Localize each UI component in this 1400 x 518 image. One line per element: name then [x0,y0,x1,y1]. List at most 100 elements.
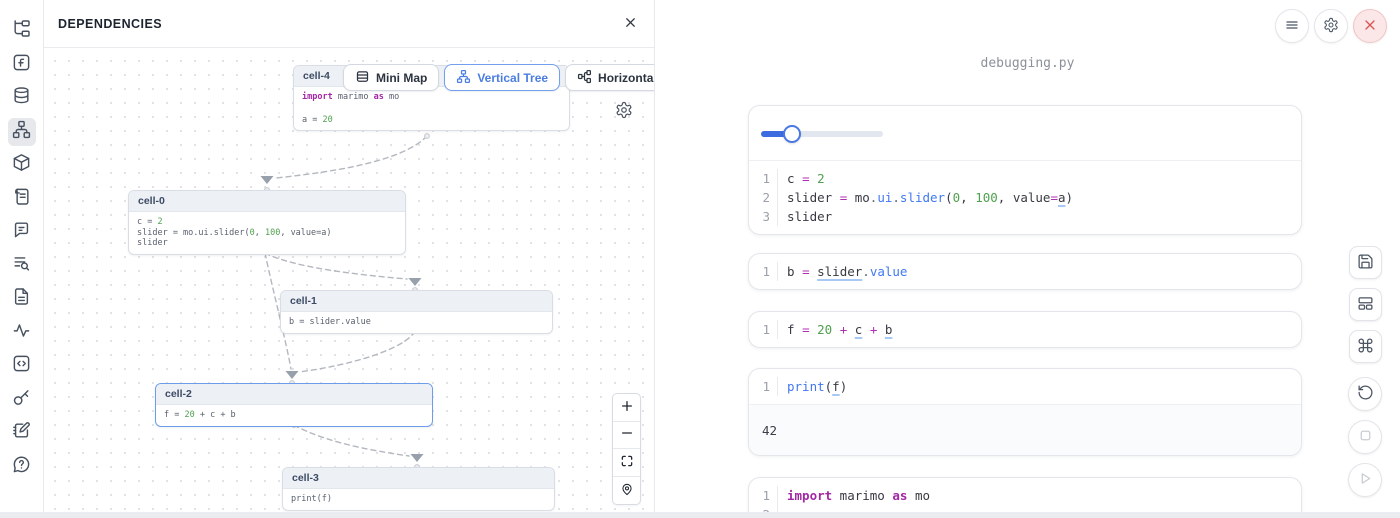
notebook-pen-icon [12,421,31,445]
graph-node-cell-0[interactable]: cell-0c = 2slider = mo.ui.slider(0, 100,… [128,190,406,255]
keyboard-shortcuts-button[interactable] [1349,330,1382,363]
notebook-cell-b: 1b = slider.value [748,253,1302,290]
run-button [1348,463,1382,497]
graph-zoom-controls [612,393,641,505]
code-editor[interactable]: 123c = 2slider = mo.ui.slider(0, 100, va… [749,161,1301,234]
graph-node-cell-2[interactable]: cell-2f = 20 + c + b [155,383,433,427]
graph-node-cell-3[interactable]: cell-3print(f) [282,467,555,511]
code-editor[interactable]: 1f = 20 + c + b [749,312,1301,347]
sidebar-item-packages[interactable] [8,151,36,179]
view-button-mini-map[interactable]: Mini Map [343,64,439,91]
sidebar-item-help[interactable] [8,453,36,481]
plus-icon [620,399,634,416]
sidebar-item-chat[interactable] [8,218,36,246]
edge-cell-0-to-cell-1 [265,253,407,279]
key-icon [12,388,31,412]
line-numbers: 1 [749,262,778,281]
square-code-icon [12,354,31,378]
maximize-icon [620,454,634,471]
file-tree-icon [12,19,31,43]
shutdown-button[interactable] [1353,9,1387,43]
graph-node-cell-1[interactable]: cell-1b = slider.value [280,290,553,334]
sidebar-item-secrets[interactable] [8,386,36,414]
sidebar-item-file-tree[interactable] [8,17,36,45]
arrowhead-cell-2 [286,371,299,379]
view-button-vertical-tree[interactable]: Vertical Tree [444,64,560,91]
file-text-icon [12,287,31,311]
slider-widget[interactable] [761,131,883,137]
sidebar-item-code-outputs[interactable] [8,352,36,380]
line-numbers: 123 [749,169,778,226]
arrowhead-cell-1 [409,278,422,286]
line-numbers: 1 [749,377,778,396]
node-code: import marimo as moa = 20 [294,87,569,130]
sidebar-item-documentation[interactable] [8,252,36,280]
node-code: c = 2slider = mo.ui.slider(0, 100, value… [129,212,405,254]
notebook-panel: debugging.py 123c = 2slider = mo.ui.slid… [655,0,1400,518]
horizontal-tree-icon [577,69,592,87]
gear-icon [1323,17,1339,36]
map-pin-icon [620,482,634,499]
sidebar-item-functions[interactable] [8,51,36,79]
dependencies-panel: DEPENDENCIES Mini MapVertical TreeHorizo… [44,0,655,518]
menu-icon [1284,17,1300,36]
sidebar-item-tracing[interactable] [8,319,36,347]
graph-settings-button[interactable] [615,101,633,122]
zoom-out-button[interactable] [613,422,640,450]
node-title: cell-1 [281,291,552,312]
sidebar-item-logs[interactable] [8,185,36,213]
save-icon [1357,253,1374,273]
undo-icon [1357,384,1374,404]
code-editor[interactable]: 1print(f) [749,369,1301,404]
menu-button[interactable] [1275,9,1309,43]
window-buttons [1275,9,1387,43]
sidebar-item-snippets[interactable] [8,285,36,313]
code-lines: print(f) [778,377,847,396]
notebook-cell-print: 1print(f) 42 [748,368,1302,456]
notebook-cell-slider: 123c = 2slider = mo.ui.slider(0, 100, va… [748,105,1302,235]
minimap-icon [355,69,370,87]
bottom-scrollbar[interactable] [0,512,1400,518]
arrowhead-cell-3 [411,454,424,462]
panel-close-button[interactable] [623,15,638,33]
locate-button[interactable] [613,477,640,505]
view-button-horizontal-tree[interactable]: Horizontal Tree [565,64,654,91]
edge-cell-4-to-cell-0 [276,136,427,178]
play-icon [1357,470,1374,490]
sidebar-item-dependencies[interactable] [8,118,36,146]
list-search-icon [12,254,31,278]
slider-thumb[interactable] [783,125,801,143]
vertical-tree-icon [456,69,471,87]
undo-button[interactable] [1348,377,1382,411]
fit-view-button[interactable] [613,449,640,477]
save-button[interactable] [1349,246,1382,279]
layout-button[interactable] [1349,288,1382,321]
minus-icon [620,426,634,443]
settings-button[interactable] [1314,9,1348,43]
graph-view-toolbar: Mini MapVertical TreeHorizontal Tree [343,64,654,91]
dependency-graph-canvas[interactable]: Mini MapVertical TreeHorizontal Tree cel… [44,48,654,518]
close-icon [623,15,638,33]
code-lines: c = 2slider = mo.ui.slider(0, 100, value… [778,169,1073,226]
output-value: 42 [762,423,777,438]
sidebar-item-datasources[interactable] [8,84,36,112]
arrowhead-cell-0 [261,176,274,184]
stop-button [1348,420,1382,454]
command-icon [1357,337,1374,357]
edge-cell-1-to-cell-2 [299,331,415,372]
database-icon [12,86,31,110]
dependencies-panel-header: DEPENDENCIES [44,0,654,48]
code-editor[interactable]: 1b = slider.value [749,254,1301,289]
notebook-cell-f: 1f = 20 + c + b [748,311,1302,348]
activity-icon [12,321,31,345]
zoom-in-button[interactable] [613,394,640,422]
node-code: f = 20 + c + b [156,405,432,426]
function-square-icon [12,53,31,77]
sidebar-item-scratchpad[interactable] [8,419,36,447]
helper-panel-sidebar [0,0,44,518]
cell-output [749,106,1301,161]
node-title: cell-0 [129,191,405,212]
stop-icon [1357,427,1374,447]
chat-icon [12,220,31,244]
node-handle [425,134,430,139]
